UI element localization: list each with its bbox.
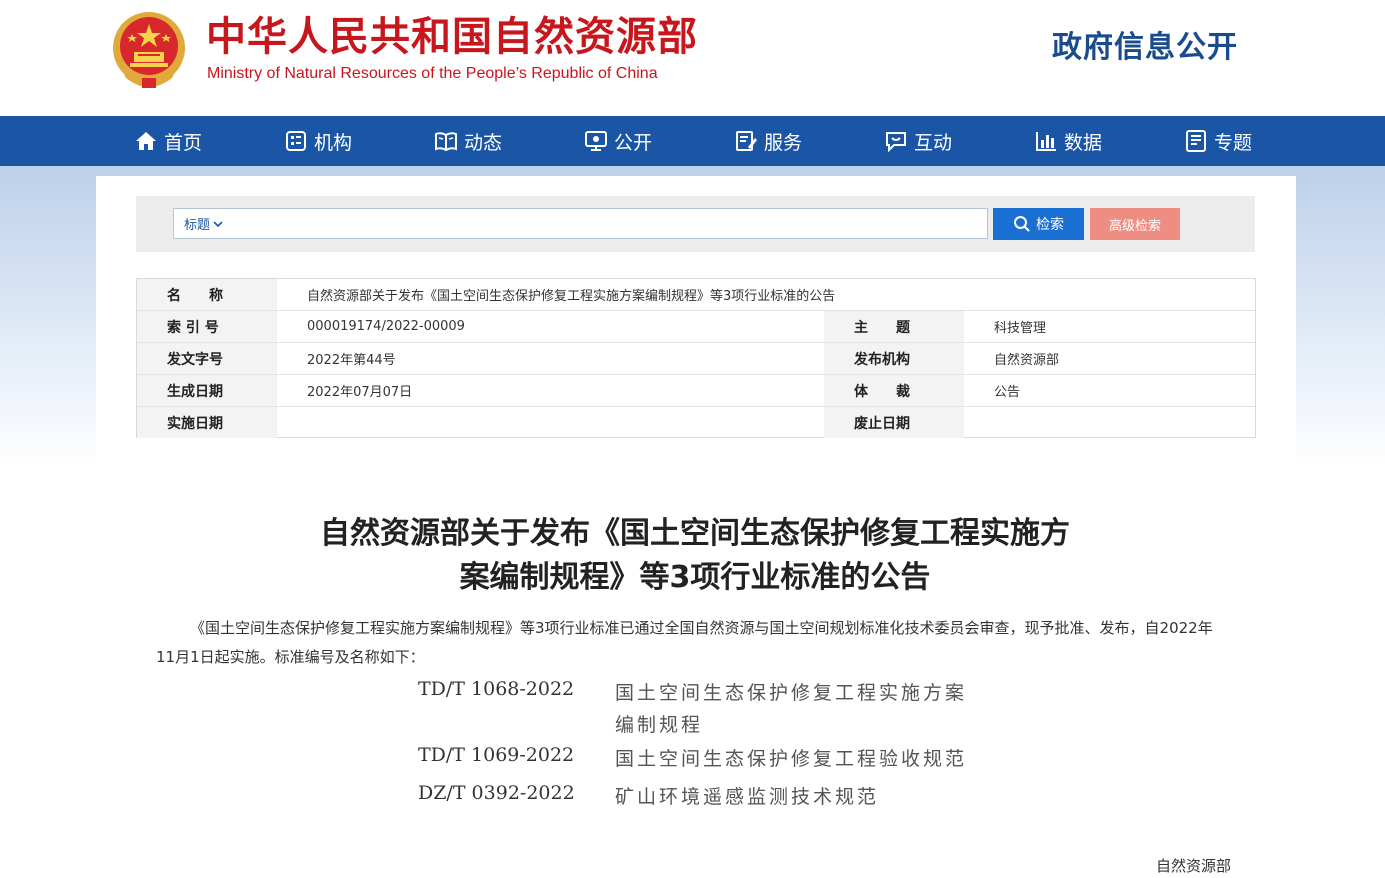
doc-number-value: 2022年第44号	[307, 353, 396, 368]
nav-label: 机构	[314, 131, 353, 154]
nav-item-news[interactable]: 动态	[434, 116, 502, 166]
article-title: 自然资源部关于发布《国土空间生态保护修复工程实施方 案编制规程》等3项行业标准的…	[200, 512, 1190, 600]
standard-name-continued: 编制规程	[615, 714, 704, 736]
nav-label: 首页	[164, 131, 203, 154]
chat-icon	[886, 132, 906, 153]
bar-chart-icon	[1036, 132, 1056, 151]
created-date-label: 生成日期	[137, 375, 277, 406]
genre-value: 公告	[994, 385, 1021, 400]
standard-name: 矿山环境遥感监测技术规范	[615, 786, 880, 808]
genre-label: 体 裁	[824, 375, 964, 406]
issuer-label: 发布机构	[824, 343, 964, 374]
name-label: 名 称	[137, 279, 277, 310]
article-paragraph: 《国土空间生态保护修复工程实施方案编制规程》等3项行业标准已通过全国自然资源与国…	[156, 619, 1213, 666]
nav-label: 服务	[764, 131, 803, 154]
table-row: 发文字号 2022年第44号 发布机构 自然资源部	[137, 343, 1255, 375]
search-button[interactable]: 检索	[993, 208, 1084, 240]
nav-item-public[interactable]: 公开	[584, 116, 652, 166]
edit-icon	[736, 131, 757, 151]
book-icon	[435, 132, 457, 152]
table-row: 实施日期 废止日期	[137, 407, 1255, 439]
issuer-value: 自然资源部	[994, 353, 1060, 368]
abolish-date-label: 废止日期	[824, 407, 964, 438]
article-title-line: 自然资源部关于发布《国土空间生态保护修复工程实施方	[320, 516, 1070, 551]
index-value: 000019174/2022-00009	[307, 319, 465, 334]
created-date-value: 2022年07月07日	[307, 385, 413, 400]
site-subtitle: Ministry of Natural Resources of the Peo…	[207, 65, 658, 82]
doc-number-label: 发文字号	[137, 343, 277, 374]
effective-date-label: 实施日期	[137, 407, 277, 438]
search-button-label: 检索	[1036, 217, 1064, 233]
nav-item-home[interactable]: 首页	[134, 116, 202, 166]
subject-value: 科技管理	[994, 321, 1047, 336]
search-input[interactable]	[173, 208, 988, 239]
index-label: 索 引 号	[137, 311, 277, 342]
site-title[interactable]: 中华人民共和国自然资源部	[206, 12, 698, 62]
national-emblem-icon	[113, 12, 185, 88]
search-icon	[1014, 216, 1030, 232]
table-row: 名 称 自然资源部关于发布《国土空间生态保护修复工程实施方案编制规程》等3项行业…	[137, 279, 1255, 311]
search-field-select[interactable]: 标题	[184, 214, 223, 233]
standard-code: DZ/T 0392-2022	[418, 782, 575, 804]
nav-label: 动态	[464, 131, 503, 154]
signature: 自然资源部	[1156, 857, 1232, 875]
org-icon	[286, 131, 306, 151]
nav-label: 互动	[914, 131, 953, 154]
standard-name: 国土空间生态保护修复工程实施方案	[615, 682, 968, 704]
standard-code: TD/T 1069-2022	[418, 744, 575, 766]
subject-label: 主 题	[824, 311, 964, 342]
section-title[interactable]: 政府信息公开	[1052, 22, 1238, 66]
nav-item-data[interactable]: 数据	[1034, 116, 1102, 166]
nav-item-interact[interactable]: 互动	[884, 116, 952, 166]
nav-item-topics[interactable]: 专题	[1184, 116, 1252, 166]
nav-label: 数据	[1064, 131, 1103, 154]
chevron-down-icon	[213, 220, 223, 227]
nav-label: 公开	[614, 131, 653, 154]
metadata-table: 名 称 自然资源部关于发布《国土空间生态保护修复工程实施方案编制规程》等3项行业…	[136, 278, 1256, 438]
table-row: 索 引 号 000019174/2022-00009 主 题 科技管理	[137, 311, 1255, 343]
advanced-search-button[interactable]: 高级检索	[1090, 208, 1180, 240]
nav-item-service[interactable]: 服务	[734, 116, 802, 166]
search-field-label: 标题	[184, 218, 211, 233]
article-title-line: 案编制规程》等3项行业标准的公告	[459, 560, 931, 595]
monitor-icon	[585, 131, 607, 151]
nav-item-org[interactable]: 机构	[284, 116, 352, 166]
document-icon	[1186, 130, 1206, 152]
main-nav: 首页 机构 动态 公开 服务 互动 数据 专题	[0, 116, 1385, 166]
nav-label: 专题	[1214, 131, 1253, 154]
standard-name: 国土空间生态保护修复工程验收规范	[615, 748, 968, 770]
home-icon	[136, 132, 156, 150]
name-value: 自然资源部关于发布《国土空间生态保护修复工程实施方案编制规程》等3项行业标准的公…	[307, 289, 836, 304]
table-row: 生成日期 2022年07月07日 体 裁 公告	[137, 375, 1255, 407]
site-header: 中华人民共和国自然资源部 Ministry of Natural Resourc…	[0, 0, 1385, 116]
standard-code: TD/T 1068-2022	[418, 678, 575, 700]
